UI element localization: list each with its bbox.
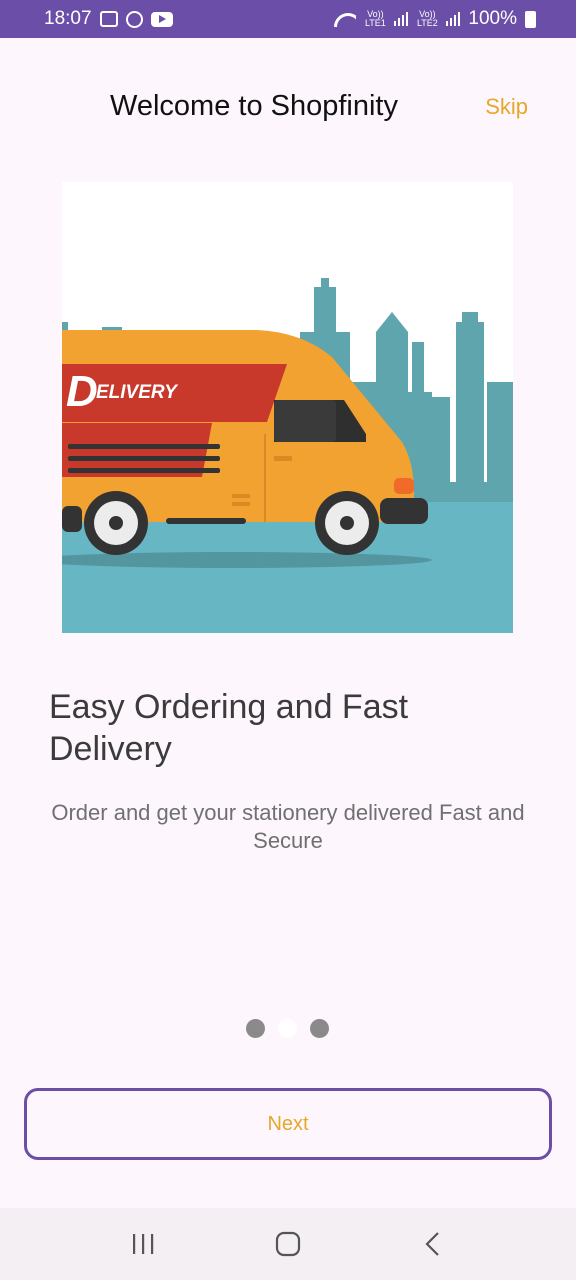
status-left: 18:07	[44, 8, 173, 30]
onboarding-subtitle: Order and get your stationery delivered …	[51, 800, 525, 853]
back-icon	[425, 1232, 440, 1256]
signal-1-icon	[394, 12, 409, 26]
next-button[interactable]: Next	[24, 1088, 552, 1160]
page-indicator	[246, 1019, 329, 1038]
system-nav-bar	[0, 1208, 576, 1280]
signal-2-icon	[446, 12, 461, 26]
page-dot-3[interactable]	[310, 1019, 329, 1038]
sim1-label: Vo)) LTE1	[364, 9, 386, 28]
sim2-label: Vo)) LTE2	[416, 9, 438, 28]
home-icon	[275, 1231, 301, 1257]
van-logo-letter: D	[66, 367, 98, 416]
onboarding-headline: Easy Ordering and Fast Delivery	[49, 688, 409, 768]
page-dot-1[interactable]	[246, 1019, 265, 1038]
delivery-van-illustration: D ELIVERY	[62, 182, 513, 633]
page-dot-2[interactable]	[278, 1019, 297, 1038]
status-time: 18:07	[44, 8, 92, 29]
status-right: Vo)) LTE1 Vo)) LTE2 100%	[334, 8, 536, 30]
back-button[interactable]	[403, 1214, 463, 1274]
page-title: Welcome to Shopfinity	[110, 90, 398, 122]
sync-icon	[125, 10, 143, 28]
youtube-icon	[150, 11, 173, 27]
gallery-icon	[99, 11, 118, 27]
battery-icon	[525, 10, 536, 28]
status-bar: 18:07 Vo)) LTE1 Vo)) LTE2 100%	[0, 0, 576, 38]
wifi-icon	[334, 11, 356, 27]
home-button[interactable]	[258, 1214, 318, 1274]
van-text: ELIVERY	[96, 382, 179, 403]
skip-button[interactable]: Skip	[485, 94, 528, 120]
recent-apps-button[interactable]	[113, 1214, 173, 1274]
recent-apps-icon	[132, 1234, 153, 1254]
battery-percent: 100%	[468, 8, 517, 29]
